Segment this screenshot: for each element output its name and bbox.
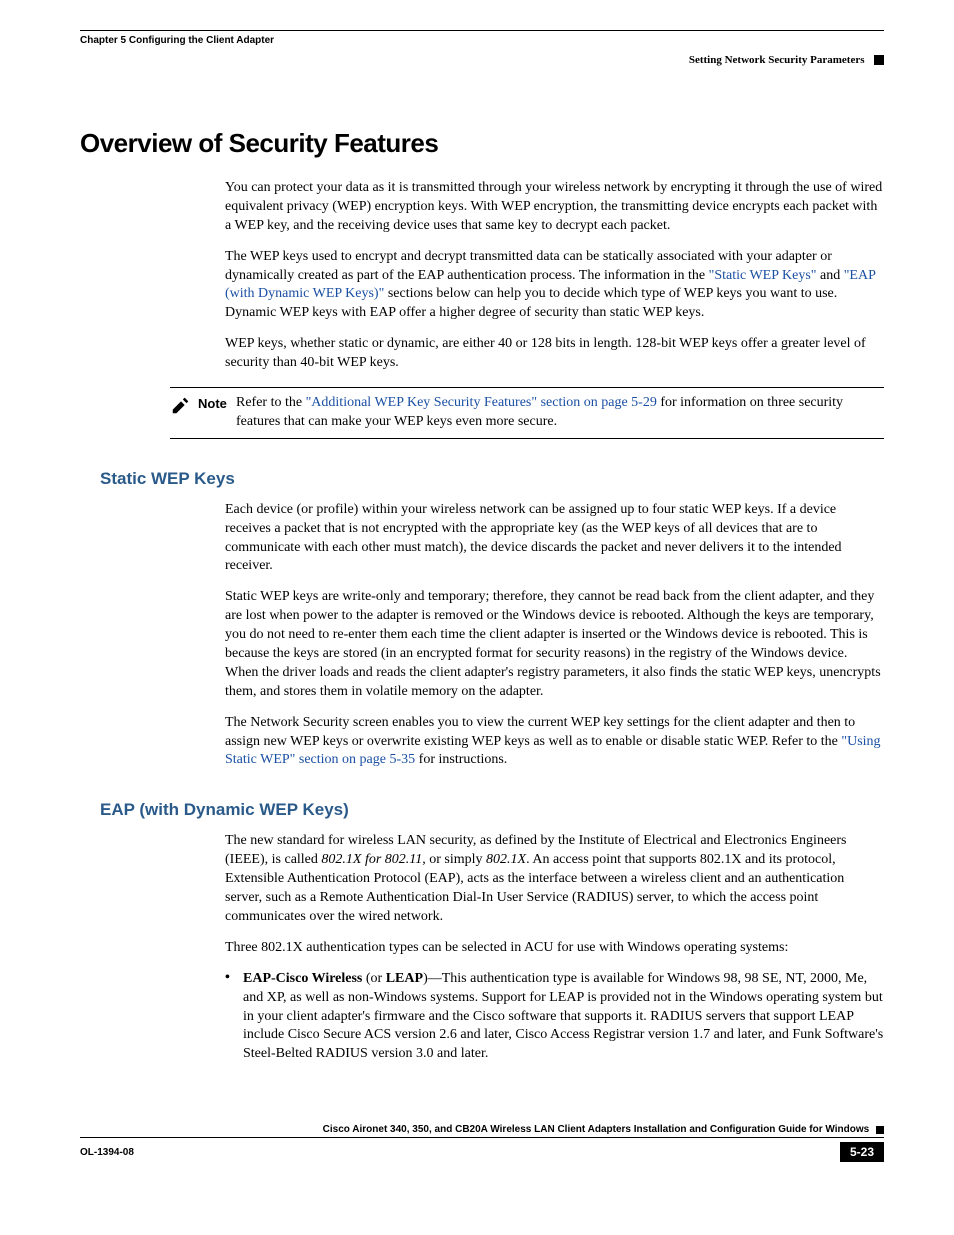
static-p1: Each device (or profile) within your wir… (225, 501, 884, 577)
eap-p2: Three 802.1X authentication types can be… (225, 939, 884, 958)
section-label: Setting Network Security Parameters (689, 54, 865, 66)
heading-static-wep: Static WEP Keys (100, 469, 884, 489)
static-block: Each device (or profile) within your wir… (225, 501, 884, 771)
page-number: 5-23 (840, 1142, 884, 1162)
static-p3: The Network Security screen enables you … (225, 714, 884, 771)
note-block: Note Refer to the "Additional WEP Key Se… (170, 387, 884, 439)
note-pencil-icon (170, 394, 198, 420)
intro-p3: WEP keys, whether static or dynamic, are… (225, 335, 884, 373)
heading-eap: EAP (with Dynamic WEP Keys) (100, 800, 884, 820)
bullet-leap: • EAP-Cisco Wireless (or LEAP)—This auth… (225, 970, 884, 1064)
static-p2: Static WEP keys are write-only and tempo… (225, 588, 884, 701)
header-marker-icon (874, 55, 884, 65)
page-footer: Cisco Aironet 340, 350, and CB20A Wirele… (80, 1124, 884, 1162)
link-static-wep[interactable]: "Static WEP Keys" (709, 268, 817, 283)
footer-guide-title: Cisco Aironet 340, 350, and CB20A Wirele… (323, 1124, 870, 1135)
footer-marker-icon (876, 1126, 884, 1134)
footer-doc-id: OL-1394-08 (80, 1147, 134, 1158)
eap-p1: The new standard for wireless LAN securi… (225, 832, 884, 926)
intro-p1: You can protect your data as it is trans… (225, 179, 884, 236)
note-text: Refer to the "Additional WEP Key Securit… (236, 394, 884, 432)
page-header: Chapter 5 Configuring the Client Adapter (80, 35, 884, 46)
chapter-label: Chapter 5 Configuring the Client Adapter (80, 35, 274, 46)
intro-p2: The WEP keys used to encrypt and decrypt… (225, 248, 884, 324)
eap-block: The new standard for wireless LAN securi… (225, 832, 884, 957)
page-title: Overview of Security Features (80, 128, 884, 159)
link-additional-wep[interactable]: "Additional WEP Key Security Features" s… (306, 395, 657, 410)
intro-block: You can protect your data as it is trans… (225, 179, 884, 373)
note-label: Note (198, 394, 236, 411)
bullet-icon: • (225, 970, 243, 1064)
